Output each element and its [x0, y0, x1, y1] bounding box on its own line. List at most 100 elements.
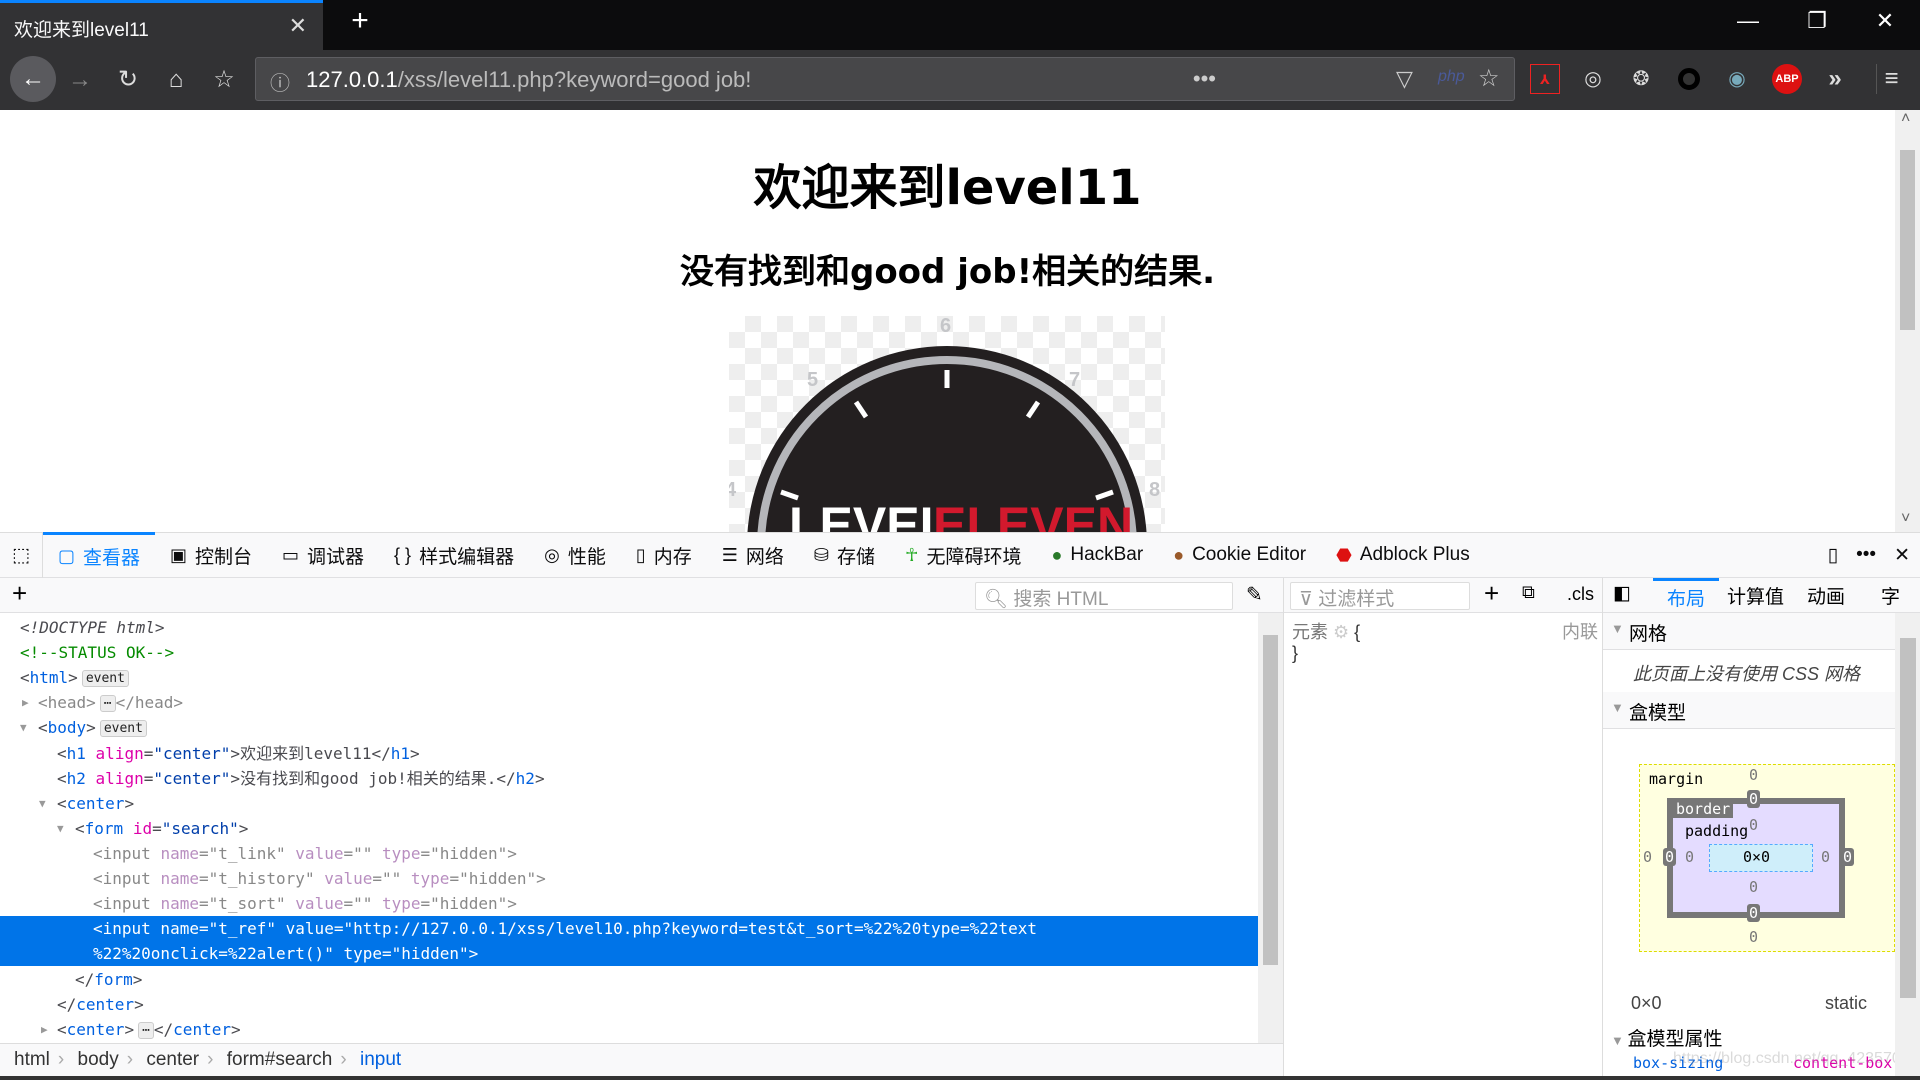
- home-icon[interactable]: ⌂: [158, 62, 194, 98]
- page-subheading: 没有找到和good job!相关的结果.: [679, 252, 1215, 292]
- scroll-up-icon[interactable]: ˄: [1901, 110, 1910, 128]
- new-tab-button[interactable]: +: [340, 4, 380, 38]
- forward-icon[interactable]: →: [62, 62, 98, 98]
- more-options-icon[interactable]: •••: [1848, 532, 1884, 578]
- star-icon[interactable]: ☆: [1478, 64, 1500, 93]
- padding-top-value[interactable]: 0: [1749, 816, 1758, 834]
- circle-extension-icon[interactable]: [1678, 68, 1700, 90]
- padding-left-value[interactable]: 0: [1685, 848, 1694, 866]
- restore-button[interactable]: ❐: [1797, 8, 1837, 34]
- cookie-icon[interactable]: ◎: [1578, 64, 1608, 94]
- input-node[interactable]: <input name="t_sort" value="" type="hidd…: [0, 891, 1258, 916]
- margin-bottom-value[interactable]: 0: [1749, 928, 1758, 946]
- tab-style-editor[interactable]: { } 样式编辑器: [379, 532, 529, 578]
- crumb-form[interactable]: form#search: [227, 1049, 333, 1070]
- center-node-collapsed[interactable]: ▶ <center> ⋯ </center>: [0, 1017, 1258, 1042]
- head-node[interactable]: ▶ <head> ⋯ </head>: [0, 690, 1258, 715]
- comment-node[interactable]: <!--STATUS OK-->: [0, 640, 1258, 665]
- close-devtools-icon[interactable]: ✕: [1884, 532, 1920, 578]
- content-size[interactable]: 0×0: [1743, 848, 1770, 866]
- tab-memory[interactable]: ▯ 内存: [621, 532, 707, 578]
- add-node-icon[interactable]: +: [12, 578, 27, 609]
- add-rule-icon[interactable]: +: [1484, 578, 1499, 609]
- html-node[interactable]: <html> event: [0, 665, 1258, 690]
- back-icon[interactable]: ←: [10, 56, 56, 102]
- scroll-down-icon[interactable]: ˅: [1901, 510, 1910, 528]
- tab-accessibility[interactable]: ☥ 无障碍环境: [890, 532, 1036, 578]
- tab-cookie-editor[interactable]: ● Cookie Editor: [1158, 532, 1321, 578]
- tab-fonts[interactable]: 字: [1881, 582, 1900, 609]
- border-left-value[interactable]: 0: [1663, 848, 1677, 866]
- info-icon[interactable]: ⓘ: [270, 67, 290, 96]
- event-badge[interactable]: event: [99, 720, 147, 737]
- event-badge[interactable]: event: [81, 670, 129, 687]
- tab-hackbar[interactable]: ● HackBar: [1036, 532, 1158, 578]
- bookmark-star-icon[interactable]: ☆: [206, 62, 242, 98]
- dock-icon[interactable]: ▯: [1818, 532, 1848, 578]
- padding-right-value[interactable]: 0: [1821, 848, 1830, 866]
- cls-button[interactable]: .cls: [1567, 584, 1594, 605]
- selected-input-node[interactable]: <input name="t_ref" value="http://127.0.…: [0, 916, 1258, 966]
- form-node[interactable]: ▼ <form id="search">: [0, 816, 1258, 841]
- collapsed-badge[interactable]: ⋯: [99, 695, 116, 712]
- hamburger-menu-icon[interactable]: ≡: [1876, 64, 1906, 94]
- web-page: 欢迎来到level11 没有找到和good job!相关的结果. 4 5 6 7…: [0, 110, 1895, 532]
- input-node[interactable]: <input name="t_link" value="" type="hidd…: [0, 841, 1258, 866]
- body-node[interactable]: ▼ <body> event: [0, 715, 1258, 740]
- browser-tab[interactable]: 欢迎来到level11 ✕: [0, 0, 323, 50]
- search-html-input[interactable]: 🔍︎ 搜索 HTML: [975, 582, 1233, 610]
- h2-node[interactable]: <h2 align="center">没有找到和good job!相关的结果.<…: [0, 766, 1258, 791]
- border-right-value[interactable]: 0: [1841, 848, 1855, 866]
- cookie-editor-icon[interactable]: ❂: [1626, 64, 1656, 94]
- minimize-button[interactable]: —: [1728, 8, 1768, 34]
- page-scrollbar[interactable]: ˄ ˅: [1895, 110, 1920, 532]
- layout-scrollbar[interactable]: [1895, 613, 1920, 1080]
- doctype-node[interactable]: <!DOCTYPE html>: [0, 615, 1258, 640]
- close-window-button[interactable]: ✕: [1865, 8, 1905, 34]
- sidebar-toggle-icon[interactable]: ◧: [1613, 582, 1631, 605]
- console-icon: ▣: [169, 544, 187, 565]
- filter-styles-input[interactable]: ⊽ 过滤样式: [1290, 582, 1470, 610]
- reload-icon[interactable]: ↻: [110, 62, 146, 98]
- border-top-value[interactable]: 0: [1747, 790, 1761, 808]
- tab-console[interactable]: ▣ 控制台: [155, 532, 267, 578]
- input-node[interactable]: <input name="t_history" value="" type="h…: [0, 866, 1258, 891]
- crumb-center[interactable]: center: [146, 1049, 199, 1070]
- margin-top-value[interactable]: 0: [1749, 766, 1758, 784]
- php-icon[interactable]: php: [1438, 68, 1465, 86]
- markup-view[interactable]: <!DOCTYPE html> <!--STATUS OK--> <html> e…: [0, 613, 1258, 1043]
- memory-icon: ▯: [635, 544, 646, 565]
- h1-node[interactable]: <h1 align="center">欢迎来到level11</h1>: [0, 741, 1258, 766]
- abp-icon[interactable]: ABP: [1772, 64, 1802, 94]
- tab-layout[interactable]: 布局: [1653, 578, 1720, 611]
- tab-debugger[interactable]: ▭ 调试器: [267, 532, 379, 578]
- crumb-body[interactable]: body: [78, 1049, 119, 1070]
- box-props-header[interactable]: ▼ 盒模型属性: [1611, 1024, 1723, 1051]
- grid-section-header[interactable]: ▼ 网格: [1603, 613, 1895, 650]
- tab-storage[interactable]: ⛁ 存储: [799, 532, 890, 578]
- border-bottom-value[interactable]: 0: [1747, 904, 1761, 922]
- tab-performance[interactable]: ◎ 性能: [529, 532, 621, 578]
- padding-bottom-value[interactable]: 0: [1749, 878, 1758, 896]
- globe-icon[interactable]: ◉: [1722, 64, 1752, 94]
- crumb-input[interactable]: input: [360, 1049, 401, 1070]
- markup-scrollbar[interactable]: [1258, 613, 1283, 1043]
- tab-network[interactable]: ☰ 网络: [707, 532, 799, 578]
- eyedropper-icon[interactable]: ✎: [1246, 582, 1263, 607]
- tab-animations[interactable]: 动画: [1807, 582, 1845, 609]
- center-node[interactable]: ▼ <center>: [0, 791, 1258, 816]
- url-bar[interactable]: ⓘ 127.0.0.1/xss/level11.php?keyword=good…: [255, 57, 1515, 101]
- tab-inspector[interactable]: ▢ 查看器: [42, 532, 155, 578]
- overflow-icon[interactable]: »: [1820, 64, 1850, 94]
- margin-left-value[interactable]: 0: [1643, 848, 1652, 866]
- close-tab-icon[interactable]: ✕: [289, 13, 307, 39]
- element-picker-icon[interactable]: ⬚: [0, 532, 43, 578]
- crumb-html[interactable]: html: [14, 1049, 50, 1070]
- tab-adblock-plus[interactable]: ⬣ Adblock Plus: [1321, 532, 1485, 578]
- box-model-header[interactable]: ▼ 盒模型: [1603, 692, 1895, 729]
- more-icon[interactable]: •••: [1193, 66, 1216, 92]
- pseudo-class-icon[interactable]: ⧉: [1522, 582, 1535, 603]
- pocket-icon[interactable]: ▽: [1396, 66, 1413, 92]
- pdf-icon[interactable]: ⅄: [1530, 64, 1560, 94]
- tab-computed[interactable]: 计算值: [1727, 582, 1784, 609]
